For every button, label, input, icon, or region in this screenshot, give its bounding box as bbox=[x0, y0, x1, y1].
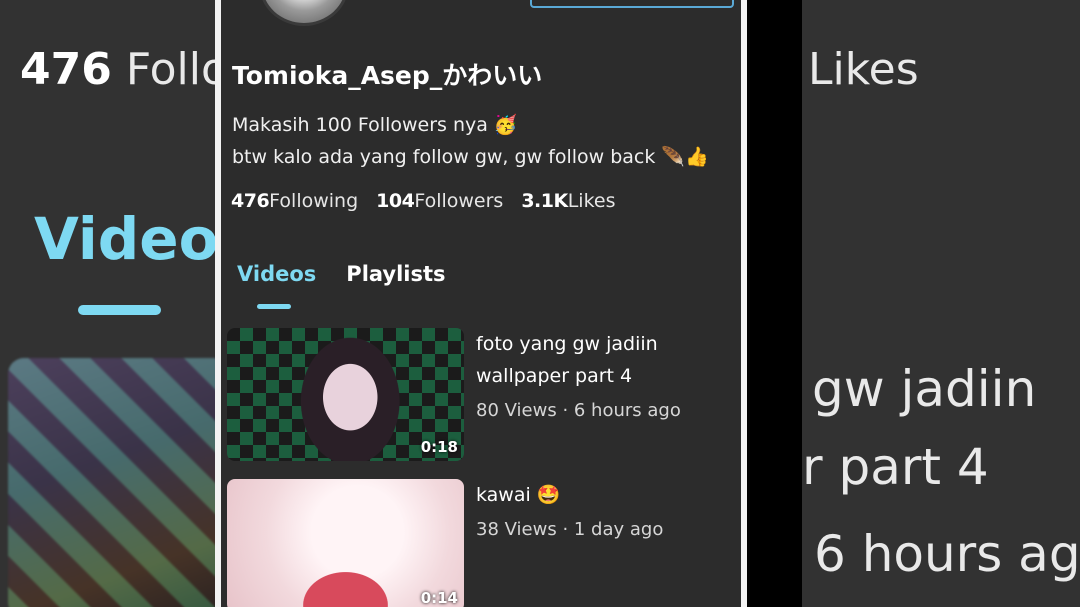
video-item[interactable]: 0:18 foto yang gw jadiin wallpaper part … bbox=[227, 328, 727, 463]
black-band bbox=[747, 0, 802, 607]
video-thumbnail[interactable]: 0:14 bbox=[227, 479, 464, 607]
followers-stat[interactable]: 104Followers bbox=[376, 190, 503, 212]
background-stats-text: 476 Follo bbox=[20, 44, 215, 95]
video-title[interactable]: foto yang gw jadiin wallpaper part 4 bbox=[476, 328, 716, 392]
background-title-line1: gw jadiin bbox=[812, 360, 1037, 418]
video-thumbnail[interactable]: 0:18 bbox=[227, 328, 464, 461]
profile-stats: 476Following 104Followers 3.1KLikes bbox=[231, 190, 616, 212]
video-duration: 0:18 bbox=[420, 438, 458, 456]
tab-videos[interactable]: Videos bbox=[237, 262, 316, 286]
video-meta: 80 Views · 6 hours ago bbox=[476, 400, 681, 421]
background-likes-text: Likes bbox=[808, 44, 919, 95]
background-tab-underline bbox=[78, 305, 161, 315]
profile-bio: Makasih 100 Followers nya 🥳 btw kalo ada… bbox=[232, 109, 709, 173]
video-duration: 0:14 bbox=[420, 589, 458, 607]
background-thumbnail bbox=[8, 358, 215, 607]
profile-screen: Tomioka_Asep_かわいい Makasih 100 Followers … bbox=[221, 0, 741, 607]
active-tab-indicator bbox=[257, 304, 291, 309]
background-meta-text: 6 hours ago bbox=[814, 525, 1080, 583]
background-title-line2: r part 4 bbox=[802, 438, 989, 496]
likes-stat[interactable]: 3.1KLikes bbox=[521, 190, 615, 212]
username: Tomioka_Asep_かわいい bbox=[232, 61, 543, 90]
background-right-panel: Likes gw jadiin r part 4 6 hours ago bbox=[802, 0, 1080, 607]
avatar[interactable] bbox=[259, 0, 349, 26]
video-title[interactable]: kawai 🤩 bbox=[476, 479, 716, 511]
content-tabs: Videos Playlists bbox=[237, 262, 446, 286]
background-left-panel: 476 Follo Videos bbox=[0, 0, 215, 607]
bio-line-1: Makasih 100 Followers nya 🥳 bbox=[232, 114, 518, 136]
background-videos-tab-text: Videos bbox=[34, 205, 215, 273]
profile-action-button[interactable] bbox=[530, 0, 734, 8]
following-stat[interactable]: 476Following bbox=[231, 190, 358, 212]
video-meta: 38 Views · 1 day ago bbox=[476, 519, 664, 540]
video-item[interactable]: 0:14 kawai 🤩 38 Views · 1 day ago bbox=[227, 479, 727, 607]
bio-line-2: btw kalo ada yang follow gw, gw follow b… bbox=[232, 146, 709, 168]
tab-playlists[interactable]: Playlists bbox=[346, 262, 445, 286]
